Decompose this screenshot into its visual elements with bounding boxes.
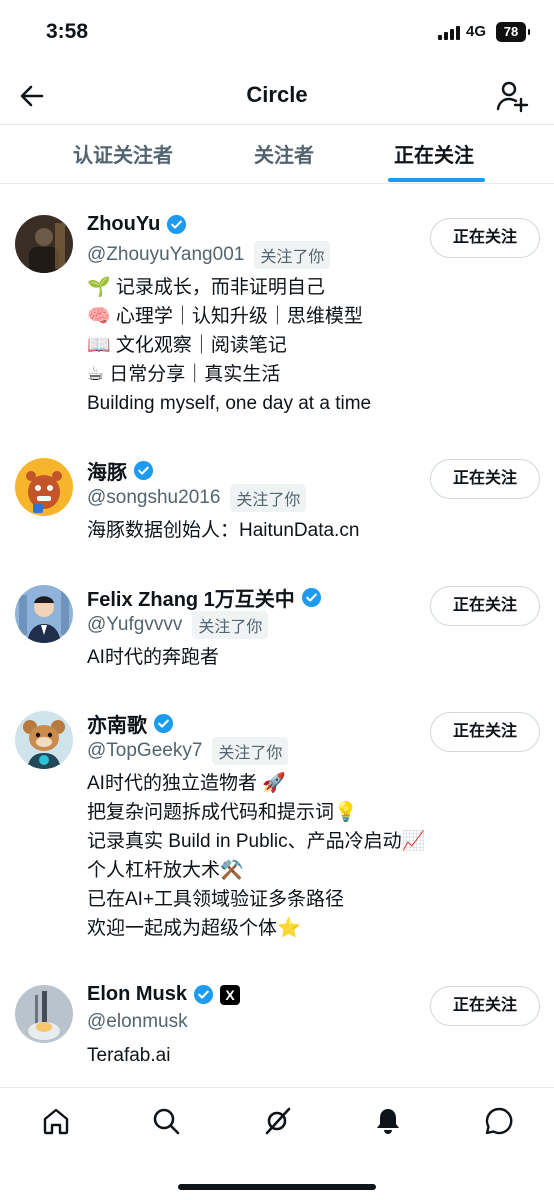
user-handle: @Yufgvvvv	[87, 614, 183, 635]
home-indicator	[178, 1184, 376, 1190]
tab-bar: 认证关注者 关注者 正在关注	[0, 124, 554, 184]
follows-you-badge: 关注了你	[230, 484, 307, 512]
network-type: 4G	[466, 23, 487, 40]
messages-icon[interactable]	[484, 1106, 514, 1136]
battery-indicator: 78	[496, 22, 530, 42]
tab-followers[interactable]: 关注者	[254, 139, 314, 168]
user-handle: @ZhouyuYang001	[87, 244, 245, 265]
user-name[interactable]: 亦南歌	[87, 709, 147, 738]
bio-line: ☕ 日常分享｜真实生活	[87, 364, 281, 385]
follows-you-badge: 关注了你	[212, 737, 289, 765]
grok-icon[interactable]	[262, 1106, 292, 1136]
user-name[interactable]: Felix Zhang 1万互关中	[87, 583, 295, 612]
following-button[interactable]: 正在关注	[430, 459, 540, 499]
search-icon[interactable]	[151, 1106, 181, 1136]
verified-badge-icon	[133, 460, 154, 481]
user-bio: 海豚数据创始人：HaitunData.cn	[87, 516, 507, 545]
follows-you-badge: 关注了你	[254, 241, 331, 269]
avatar[interactable]	[15, 215, 73, 273]
bio-line: 已在AI+工具领域验证多条路径	[87, 889, 345, 910]
user-handle: @elonmusk	[87, 1011, 188, 1032]
x-affiliate-badge-icon: X	[220, 984, 241, 1005]
user-name[interactable]: ZhouYu	[87, 213, 160, 236]
notifications-icon[interactable]	[373, 1106, 403, 1136]
cellular-signal-icon	[438, 26, 460, 40]
following-button[interactable]: 正在关注	[430, 712, 540, 752]
bio-line: 海豚数据创始人：HaitunData.cn	[87, 520, 360, 541]
add-user-icon[interactable]	[494, 78, 530, 114]
bio-line: AI时代的独立造物者 🚀	[87, 773, 286, 794]
bio-line: 🧠 心理学｜认知升级｜思维模型	[87, 306, 363, 327]
following-button[interactable]: 正在关注	[430, 986, 540, 1026]
user-bio: Terafab.ai	[87, 1041, 507, 1070]
avatar[interactable]	[15, 585, 73, 643]
page-title: Circle	[246, 82, 308, 107]
tab-verified-followers[interactable]: 认证关注者	[73, 139, 173, 168]
bio-line: 把复杂问题拆成代码和提示词💡	[87, 802, 358, 823]
verified-badge-icon	[167, 214, 187, 235]
active-tab-indicator	[388, 178, 485, 182]
following-button[interactable]: 正在关注	[430, 218, 540, 258]
user-name[interactable]: Elon Musk	[87, 983, 187, 1006]
status-bar: 3:58 4G 78	[0, 0, 554, 66]
avatar[interactable]	[15, 711, 73, 769]
user-handle: @TopGeeky7	[87, 740, 203, 761]
bio-line: 个人杠杆放大术⚒️	[87, 860, 244, 881]
bio-line: AI时代的奔跑者	[87, 647, 219, 668]
user-name[interactable]: 海豚	[87, 456, 127, 485]
bio-line: 记录真实 Build in Public、产品冷启动📈	[87, 831, 426, 852]
home-icon[interactable]	[41, 1106, 71, 1136]
follows-you-badge: 关注了你	[192, 611, 269, 639]
bio-line: 📖 文化观察｜阅读笔记	[87, 335, 287, 356]
bio-line: 欢迎一起成为超级个体⭐	[87, 918, 301, 939]
verified-badge-icon	[153, 713, 174, 734]
user-bio: 🌱 记录成长，而非证明自己 🧠 心理学｜认知升级｜思维模型 📖 文化观察｜阅读笔…	[87, 273, 507, 418]
status-time: 3:58	[46, 20, 89, 43]
bio-line: Terafab.ai	[87, 1045, 171, 1066]
bio-line: Building myself, one day at a time	[87, 393, 372, 414]
avatar[interactable]	[15, 458, 73, 516]
verified-badge-icon	[193, 984, 214, 1005]
bottom-nav	[0, 1087, 554, 1200]
top-bar: Circle	[0, 66, 554, 124]
following-button[interactable]: 正在关注	[430, 586, 540, 626]
user-bio: AI时代的奔跑者	[87, 643, 507, 672]
tab-following[interactable]: 正在关注	[394, 139, 474, 168]
user-bio: AI时代的独立造物者 🚀 把复杂问题拆成代码和提示词💡 记录真实 Build i…	[87, 769, 507, 943]
verified-badge-icon	[301, 587, 321, 608]
avatar[interactable]	[15, 985, 73, 1043]
user-handle: @songshu2016	[87, 487, 221, 508]
bio-line: 🌱 记录成长，而非证明自己	[87, 277, 325, 298]
